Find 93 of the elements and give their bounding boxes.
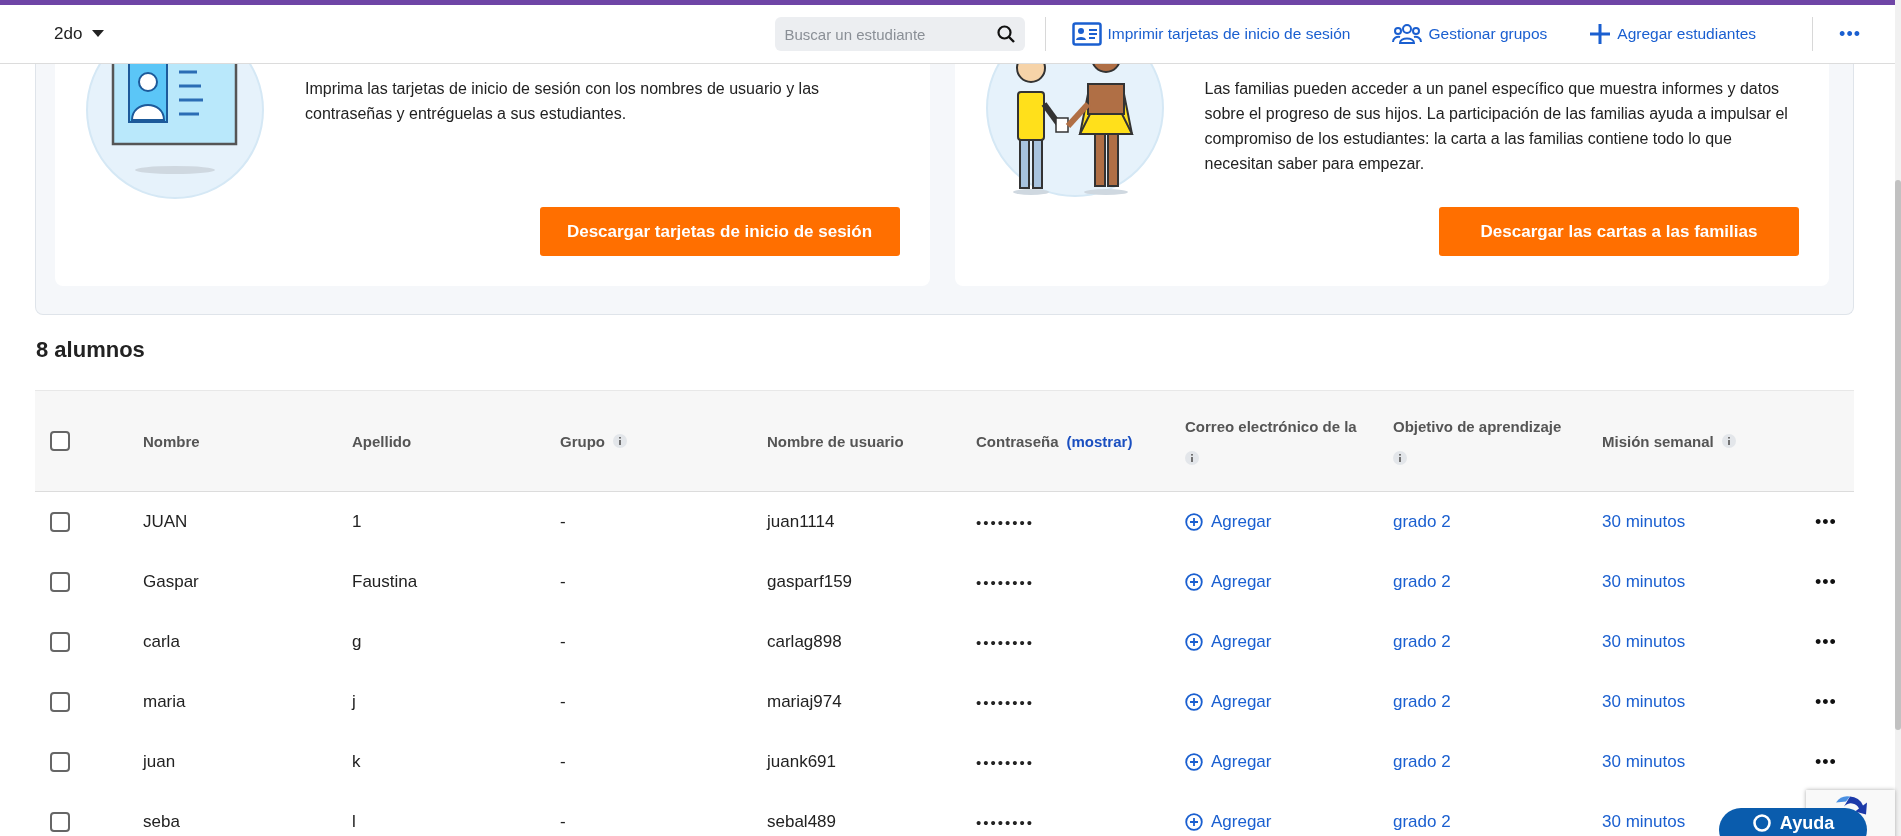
row-menu-button[interactable]: ••• <box>1800 631 1837 653</box>
column-header: Grupo <box>560 432 605 450</box>
row-menu-button[interactable]: ••• <box>1800 751 1837 773</box>
learning-goal-link[interactable]: grado 2 <box>1393 512 1451 532</box>
table-cell: juan1114 <box>767 512 835 532</box>
table-cell: - <box>560 632 566 652</box>
row-menu-button[interactable]: ••• <box>1800 691 1837 713</box>
caret-icon <box>92 30 105 38</box>
more-menu-button[interactable]: ••• <box>1833 19 1867 49</box>
table-cell: g <box>352 632 362 652</box>
table-cell: - <box>560 692 566 712</box>
add-email-button[interactable]: Agregar <box>1185 512 1272 532</box>
column-header: Nombre de usuario <box>767 432 904 450</box>
column-header: Nombre <box>143 432 200 450</box>
table-cell: •••••••• <box>976 753 1034 771</box>
plus-circle-icon <box>1185 693 1203 711</box>
weekly-mission-link[interactable]: 30 minutos <box>1602 692 1686 712</box>
table-cell: carlag898 <box>767 632 842 652</box>
table-cell: maria <box>143 692 186 712</box>
weekly-mission-link[interactable]: 30 minutos <box>1602 752 1686 772</box>
table-cell: •••••••• <box>976 573 1034 591</box>
table-cell: j <box>352 692 356 712</box>
row-menu-button[interactable]: ••• <box>1800 571 1837 593</box>
table-cell: •••••••• <box>976 693 1034 711</box>
column-header: Contraseña <box>976 432 1059 450</box>
plus-circle-icon <box>1185 813 1203 831</box>
table-cell: •••••••• <box>976 633 1034 651</box>
recaptcha-icon <box>1834 796 1867 815</box>
table-cell: - <box>560 512 566 532</box>
add-email-button[interactable]: Agregar <box>1185 812 1272 832</box>
column-header: Apellido <box>352 432 412 450</box>
checkbox[interactable] <box>50 572 70 592</box>
table-cell: JUAN <box>143 512 188 532</box>
card-description: Imprima las tarjetas de inicio de sesión con los nombres de usuario y las contraseñas y entréguelas a sus estudiantes. <box>305 79 821 124</box>
add-email-button[interactable]: Agregar <box>1185 572 1272 592</box>
table-cell: - <box>560 572 566 592</box>
weekly-mission-link[interactable]: 30 minutos <box>1602 632 1686 652</box>
table-cell: 1 <box>352 512 362 532</box>
learning-goal-link[interactable]: grado 2 <box>1393 692 1451 712</box>
learning-goal-link[interactable]: grado 2 <box>1393 752 1451 772</box>
table-cell: carla <box>143 632 180 652</box>
table-cell: l <box>352 812 356 832</box>
row-menu-button[interactable]: ••• <box>1800 511 1837 533</box>
weekly-mission-link[interactable]: 30 minutos <box>1602 512 1686 532</box>
plus-circle-icon <box>1185 573 1203 591</box>
table-cell: mariaj974 <box>767 692 842 712</box>
checkbox[interactable] <box>50 512 70 532</box>
card-description: Las familias pueden acceder a un panel específico que muestra informes y datos sobre el progreso de sus hijos. La participación de las familias ayuda a impulsar el compromiso de los estudiantes: la carta a las familias contiene todo lo que necesitan saber para empezar. <box>1204 79 1789 174</box>
table-cell: gasparf159 <box>767 572 853 592</box>
table-cell: juank691 <box>767 752 836 772</box>
student-count-heading: 8 alumnos <box>36 337 146 363</box>
table-cell: - <box>560 752 566 772</box>
show-password-link[interactable]: (mostrar) <box>1066 432 1133 450</box>
table-cell: •••••••• <box>976 513 1034 531</box>
table-cell: •••••••• <box>976 813 1034 831</box>
plus-icon <box>1589 23 1612 45</box>
add-email-button[interactable]: Agregar <box>1185 692 1272 712</box>
checkbox[interactable] <box>50 752 70 772</box>
toolbar-button[interactable]: Agregar estudiantes <box>1583 19 1763 49</box>
class-selector[interactable]: 2do <box>40 18 119 50</box>
table-cell: Gaspar <box>143 572 199 592</box>
chat-icon <box>1751 813 1772 833</box>
checkbox[interactable] <box>50 692 70 712</box>
table-cell: juan <box>143 752 176 772</box>
toolbar-button[interactable]: Imprimir tarjetas de inicio de sesión <box>1065 18 1357 50</box>
column-header: Objetivo de aprendizaje <box>1393 417 1562 435</box>
search-icon <box>996 25 1015 43</box>
weekly-mission-link[interactable]: 30 minutos <box>1602 572 1686 592</box>
add-email-button[interactable]: Agregar <box>1185 752 1272 772</box>
id-card-icon <box>1071 22 1102 46</box>
column-header: Misión semanal <box>1602 432 1714 450</box>
table-cell: - <box>560 812 566 832</box>
toolbar-button[interactable]: Gestionar grupos <box>1386 19 1554 49</box>
checkbox[interactable] <box>50 431 70 451</box>
add-email-button[interactable]: Agregar <box>1185 632 1272 652</box>
table-cell: k <box>352 752 361 772</box>
checkbox[interactable] <box>50 812 70 832</box>
learning-goal-link[interactable]: grado 2 <box>1393 812 1451 832</box>
group-icon <box>1392 23 1423 45</box>
checkbox[interactable] <box>50 632 70 652</box>
learning-goal-link[interactable]: grado 2 <box>1393 632 1451 652</box>
table-cell: seba <box>143 812 180 832</box>
plus-circle-icon <box>1185 753 1203 771</box>
plus-circle-icon <box>1185 633 1203 651</box>
help-button[interactable]: Ayuda <box>1719 808 1867 836</box>
column-header: Correo electrónico de la <box>1185 417 1357 435</box>
search-field[interactable]: Buscar un estudiante <box>774 17 1025 51</box>
weekly-mission-link[interactable]: 30 minutos <box>1602 812 1686 832</box>
plus-circle-icon <box>1185 513 1203 531</box>
scrollbar[interactable] <box>1895 0 1901 836</box>
table-cell: sebal489 <box>767 812 836 832</box>
table-cell: Faustina <box>352 572 418 592</box>
learning-goal-link[interactable]: grado 2 <box>1393 572 1451 592</box>
